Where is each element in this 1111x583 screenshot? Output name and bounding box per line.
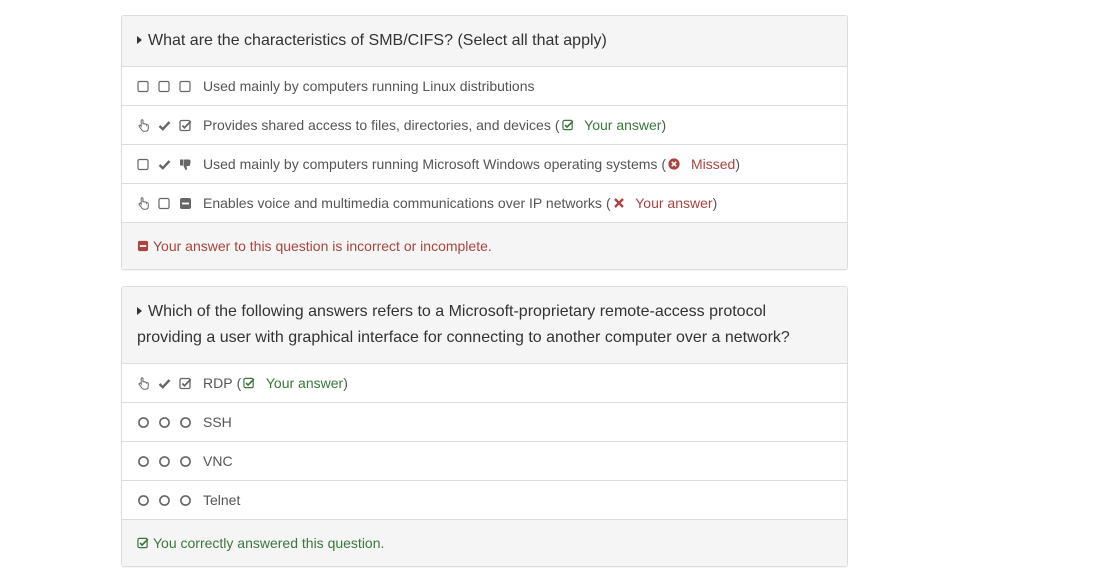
checkbox-checked-icon [243, 377, 255, 389]
radio-empty-icon [137, 455, 150, 468]
hand-pointer-icon [137, 376, 150, 390]
question-panel-2: Which of the following answers refers to… [121, 286, 848, 567]
minus-square-icon [137, 240, 149, 252]
answer-text: Used mainly by computers running Linux d… [203, 78, 535, 94]
result-text: Your answer to this question is incorrec… [153, 238, 492, 254]
answer-status-label: Your answer [262, 375, 344, 391]
result-text: You correctly answered this question. [153, 535, 385, 551]
answer-status-label: Missed [687, 156, 736, 172]
answer-marks [137, 455, 200, 468]
answer-status-label: Your answer [631, 195, 713, 211]
checkbox-empty-icon [158, 80, 171, 93]
result-footer: You correctly answered this question. [122, 520, 847, 566]
answer-text: Telnet [203, 492, 241, 508]
checkbox-empty-icon [137, 80, 150, 93]
radio-empty-icon [179, 494, 192, 507]
question-title: What are the characteristics of SMB/CIFS… [148, 32, 607, 49]
answer-status: ( Missed) [661, 156, 740, 172]
answer-text: Used mainly by computers running Microso… [203, 156, 658, 172]
radio-empty-icon [137, 416, 150, 429]
question-panel-1: What are the characteristics of SMB/CIFS… [121, 15, 848, 270]
answer-status: ( Your answer) [605, 195, 718, 211]
checkbox-checked-icon [561, 119, 574, 131]
answer-row[interactable]: RDP( Your answer) [122, 364, 847, 403]
answer-text: RDP [203, 375, 233, 391]
answer-marks [137, 158, 200, 171]
checkbox-empty-icon [179, 80, 192, 93]
question-heading[interactable]: What are the characteristics of SMB/CIFS… [122, 16, 847, 67]
radio-empty-icon [179, 455, 192, 468]
times-circle-icon [668, 158, 680, 170]
radio-empty-icon [158, 416, 171, 429]
answer-marks [137, 196, 200, 210]
checkmark-icon [158, 377, 171, 390]
checkbox-checked-icon [137, 537, 149, 549]
answer-status-label: Your answer [580, 117, 662, 133]
checkbox-empty-icon [158, 197, 171, 210]
checkmark-icon [158, 119, 171, 132]
answer-row[interactable]: SSH [122, 403, 847, 442]
answer-marks [137, 416, 200, 429]
answer-row[interactable]: VNC [122, 442, 847, 481]
answer-marks [137, 494, 200, 507]
thumbs-down-icon [179, 158, 192, 171]
hand-pointer-icon [137, 196, 150, 210]
answer-marks [137, 80, 200, 93]
caret-right-icon [137, 36, 142, 44]
answer-status: ( Your answer) [236, 375, 348, 391]
result-footer: Your answer to this question is incorrec… [122, 223, 847, 269]
answer-text: Enables voice and multimedia communicati… [203, 195, 602, 211]
hand-pointer-icon [137, 118, 150, 132]
question-heading[interactable]: Which of the following answers refers to… [122, 287, 847, 364]
answer-marks [137, 376, 200, 390]
answer-row[interactable]: Used mainly by computers running Microso… [122, 145, 847, 184]
radio-empty-icon [158, 455, 171, 468]
radio-empty-icon [158, 494, 171, 507]
times-icon [613, 197, 625, 209]
answer-row[interactable]: Used mainly by computers running Linux d… [122, 67, 847, 106]
checkmark-icon [158, 158, 171, 171]
caret-right-icon [137, 307, 142, 315]
checkbox-empty-icon [137, 158, 150, 171]
answer-row[interactable]: Telnet [122, 481, 847, 520]
checkbox-checked-icon [179, 377, 192, 390]
answer-row[interactable]: Enables voice and multimedia communicati… [122, 184, 847, 223]
answer-row[interactable]: Provides shared access to files, directo… [122, 106, 847, 145]
answer-status: ( Your answer) [554, 117, 667, 133]
minus-square-icon [179, 197, 192, 210]
answer-text: Provides shared access to files, directo… [203, 117, 551, 133]
answer-text: SSH [203, 414, 232, 430]
radio-empty-icon [179, 416, 192, 429]
checkbox-checked-icon [179, 119, 192, 132]
radio-empty-icon [137, 494, 150, 507]
answer-marks [137, 118, 200, 132]
answer-text: VNC [203, 453, 233, 469]
question-title: Which of the following answers refers to… [137, 303, 790, 346]
